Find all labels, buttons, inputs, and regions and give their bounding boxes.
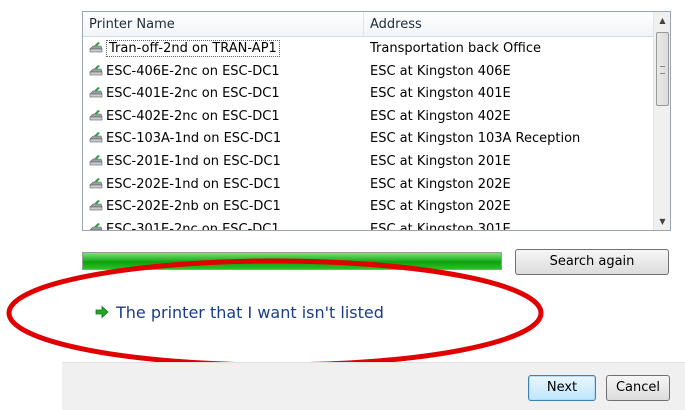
printer-name-cell: ESC-202E-1nd on ESC-DC1 xyxy=(89,174,364,197)
printer-name-cell: ESC-406E-2nc on ESC-DC1 xyxy=(89,61,364,84)
printer-name: ESC-406E-2nc on ESC-DC1 xyxy=(106,63,280,79)
printer-icon xyxy=(89,42,103,53)
scroll-up-arrow-icon[interactable]: ▲ xyxy=(654,12,670,29)
scroll-down-arrow-icon[interactable]: ▼ xyxy=(654,213,670,230)
printer-name: ESC-402E-2nc on ESC-DC1 xyxy=(106,108,280,124)
printer-row[interactable]: ESC-202E-1nd on ESC-DC1 ESC at Kingston 2… xyxy=(83,174,654,197)
printer-address: ESC at Kingston 202E xyxy=(370,176,511,192)
printer-address: ESC at Kingston 201E xyxy=(370,153,511,169)
green-arrow-icon xyxy=(95,305,109,319)
printer-name: ESC-401E-2nc on ESC-DC1 xyxy=(106,86,280,102)
printer-row[interactable]: ESC-402E-2nc on ESC-DC1 ESC at Kingston 4… xyxy=(83,106,654,129)
vertical-scrollbar[interactable]: ▲ ▼ xyxy=(653,12,670,230)
printer-icon xyxy=(89,87,103,98)
printer-list[interactable]: Printer Name Address Tran-off-2nd on TRA… xyxy=(82,11,671,231)
cancel-button[interactable]: Cancel xyxy=(606,375,670,401)
printer-row[interactable]: Tran-off-2nd on TRAN-AP1 Transportation b… xyxy=(83,38,654,61)
printer-name-cell: ESC-301E-2nc on ESC-DC1 xyxy=(89,219,364,231)
printer-row[interactable]: ESC-406E-2nc on ESC-DC1 ESC at Kingston 4… xyxy=(83,61,654,84)
printer-address: ESC at Kingston 202E xyxy=(370,199,511,215)
printer-row[interactable]: ESC-202E-2nb on ESC-DC1 ESC at Kingston 2… xyxy=(83,196,654,219)
printer-name-cell: ESC-402E-2nc on ESC-DC1 xyxy=(89,106,364,129)
printer-name: ESC-103A-1nd on ESC-DC1 xyxy=(106,131,282,147)
column-header-printer-name[interactable]: Printer Name xyxy=(83,12,364,37)
printer-icon xyxy=(89,177,103,188)
printer-icon xyxy=(89,222,103,230)
search-again-button[interactable]: Search again xyxy=(515,249,669,275)
printer-not-listed-link[interactable]: The printer that I want isn't listed xyxy=(95,302,384,324)
printer-icon xyxy=(89,109,103,121)
printer-row[interactable]: ESC-301E-2nc on ESC-DC1 ESC at Kingston 3… xyxy=(83,219,654,231)
printer-name-cell: ESC-201E-1nd on ESC-DC1 xyxy=(89,151,364,174)
printer-icon xyxy=(89,200,103,211)
not-listed-link-text[interactable]: The printer that I want isn't listed xyxy=(116,303,384,322)
printer-icon xyxy=(89,64,103,75)
printer-address: ESC at Kingston 401E xyxy=(370,86,511,102)
printer-address: Transportation back Office xyxy=(370,41,541,56)
printer-name: ESC-301E-2nc on ESC-DC1 xyxy=(106,221,280,231)
list-header: Printer Name Address xyxy=(83,12,654,37)
printer-name: Tran-off-2nd on TRAN-AP1 xyxy=(106,40,280,57)
printer-name-cell: ESC-103A-1nd on ESC-DC1 xyxy=(89,128,364,151)
printer-address: ESC at Kingston 301E xyxy=(370,221,511,231)
printer-name-cell: Tran-off-2nd on TRAN-AP1 xyxy=(89,38,364,61)
printer-name: ESC-201E-1nd on ESC-DC1 xyxy=(106,153,281,169)
printer-name: ESC-202E-1nd on ESC-DC1 xyxy=(106,176,281,192)
printer-rows: Tran-off-2nd on TRAN-AP1 Transportation b… xyxy=(83,38,654,231)
printer-address: ESC at Kingston 402E xyxy=(370,108,511,124)
search-progress-bar xyxy=(82,252,502,270)
printer-name-cell: ESC-202E-2nb on ESC-DC1 xyxy=(89,196,364,219)
next-button[interactable]: Next xyxy=(528,375,596,401)
printer-name-cell: ESC-401E-2nc on ESC-DC1 xyxy=(89,83,364,106)
printer-row[interactable]: ESC-103A-1nd on ESC-DC1 ESC at Kingston 1… xyxy=(83,128,654,151)
printer-row[interactable]: ESC-201E-1nd on ESC-DC1 ESC at Kingston 2… xyxy=(83,151,654,174)
column-header-address[interactable]: Address xyxy=(364,12,654,37)
printer-address: ESC at Kingston 406E xyxy=(370,63,511,79)
printer-icon xyxy=(89,132,103,143)
printer-icon xyxy=(89,154,103,166)
printer-row[interactable]: ESC-401E-2nc on ESC-DC1 ESC at Kingston 4… xyxy=(83,83,654,106)
scroll-thumb[interactable] xyxy=(656,32,669,106)
printer-name: ESC-202E-2nb on ESC-DC1 xyxy=(106,199,281,215)
printer-address: ESC at Kingston 103A Reception xyxy=(370,131,581,147)
progress-fill xyxy=(83,253,501,269)
